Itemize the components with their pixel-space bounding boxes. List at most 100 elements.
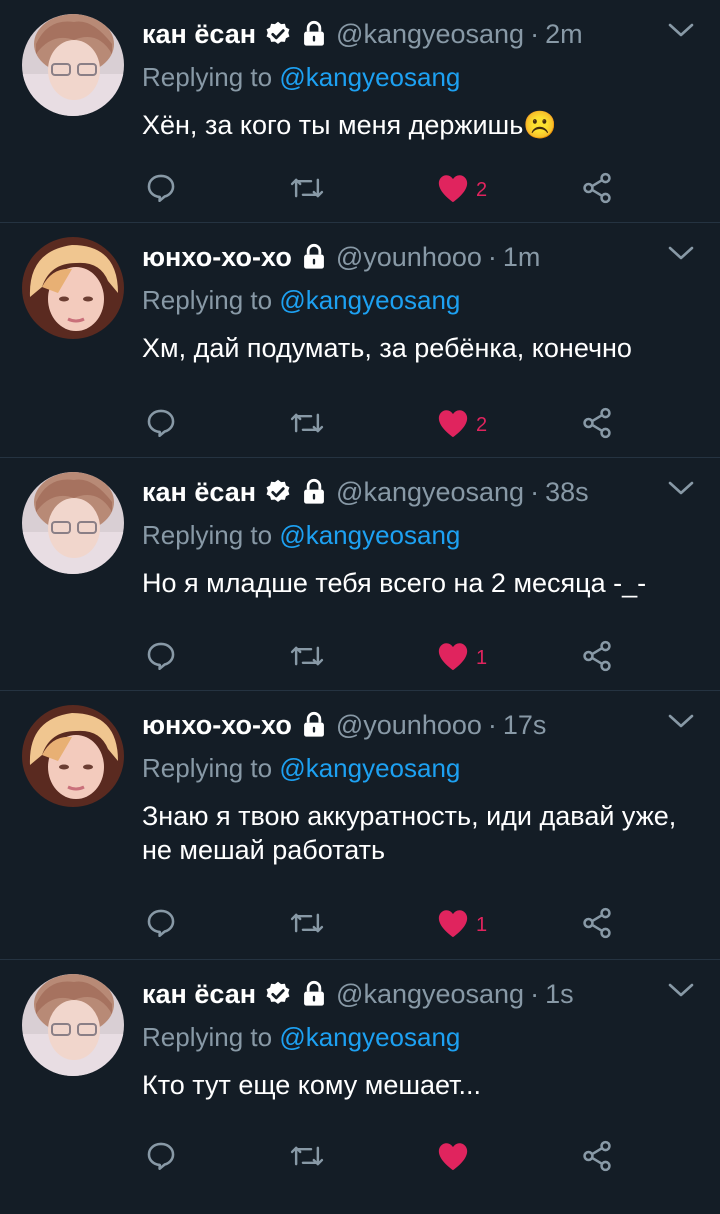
tweet[interactable]: кан ёсан @kangyeosang · 1s Replying to @…	[0, 960, 720, 1214]
display-name[interactable]: юнхо-хо-хо	[142, 710, 292, 741]
tweet-text: Хм, дай подумать, за ребёнка, конечно	[142, 333, 632, 363]
tweet[interactable]: кан ёсан @kangyeosang · 2m Replying to @…	[0, 0, 720, 223]
user-handle[interactable]: @younhooo	[336, 242, 482, 273]
tweet-header: юнхо-хо-хо @younhooo · 17s	[142, 705, 700, 745]
lock-icon	[300, 20, 328, 48]
heart-icon	[436, 640, 470, 677]
chevron-down-icon[interactable]	[668, 982, 694, 1003]
separator-dot: ·	[530, 18, 540, 49]
avatar[interactable]	[22, 14, 124, 116]
retweet-icon	[288, 171, 326, 210]
verified-badge-icon	[264, 478, 292, 506]
replying-to-label: Replying to	[142, 285, 273, 315]
display-name[interactable]: кан ёсан	[142, 19, 256, 50]
share-icon	[580, 171, 614, 210]
tweet[interactable]: кан ёсан @kangyeosang · 38s Replying to …	[0, 458, 720, 691]
share-button[interactable]	[580, 405, 614, 445]
separator-dot: ·	[487, 709, 497, 740]
user-handle[interactable]: @younhooo	[336, 710, 482, 741]
tweet-header: кан ёсан @kangyeosang · 2m	[142, 14, 700, 54]
share-button[interactable]	[580, 1138, 614, 1178]
share-icon	[580, 1139, 614, 1178]
replying-to-label: Replying to	[142, 753, 273, 783]
avatar[interactable]	[22, 705, 124, 807]
retweet-button[interactable]	[288, 405, 326, 445]
tweet-text: Хён, за кого ты меня держишь☹️	[142, 110, 557, 140]
display-name[interactable]: кан ёсан	[142, 979, 256, 1010]
separator-dot: ·	[530, 978, 540, 1009]
tweet-text: Кто тут еще кому мешает...	[142, 1070, 482, 1100]
heart-icon	[436, 407, 470, 444]
lock-icon	[300, 478, 328, 506]
reply-button[interactable]	[144, 170, 178, 210]
retweet-button[interactable]	[288, 905, 326, 945]
like-button[interactable]	[436, 1138, 476, 1178]
retweet-button[interactable]	[288, 170, 326, 210]
share-icon	[580, 406, 614, 445]
tweet[interactable]: юнхо-хо-хо @younhooo · 1m Replying to @k…	[0, 223, 720, 458]
tweet-header: кан ёсан @kangyeosang · 38s	[142, 472, 700, 512]
replying-to: Replying to @kangyeosang	[142, 520, 460, 551]
tweet-header: кан ёсан @kangyeosang · 1s	[142, 974, 700, 1014]
display-name[interactable]: юнхо-хо-хо	[142, 242, 292, 273]
reply-icon	[144, 406, 178, 445]
user-handle[interactable]: @kangyeosang	[336, 19, 524, 50]
share-icon	[580, 906, 614, 945]
reply-icon	[144, 171, 178, 210]
retweet-button[interactable]	[288, 638, 326, 678]
replying-to-label: Replying to	[142, 520, 273, 550]
avatar[interactable]	[22, 237, 124, 339]
user-handle[interactable]: @kangyeosang	[336, 477, 524, 508]
share-button[interactable]	[580, 170, 614, 210]
like-button[interactable]: 2	[436, 405, 487, 445]
timestamp[interactable]: 38s	[545, 477, 589, 508]
tweet-header: юнхо-хо-хо @younhooo · 1m	[142, 237, 700, 277]
mention-link[interactable]: @kangyeosang	[279, 285, 460, 315]
mention-link[interactable]: @kangyeosang	[279, 520, 460, 550]
lock-icon	[300, 980, 328, 1008]
replying-to: Replying to @kangyeosang	[142, 1022, 460, 1053]
tweet-actions	[142, 1138, 720, 1178]
like-count: 1	[476, 913, 488, 936]
chevron-down-icon[interactable]	[668, 480, 694, 501]
avatar[interactable]	[22, 472, 124, 574]
timestamp[interactable]: 1m	[503, 242, 541, 273]
lock-icon	[300, 243, 328, 271]
mention-link[interactable]: @kangyeosang	[279, 753, 460, 783]
tweet[interactable]: юнхо-хо-хо @younhooo · 17s Replying to @…	[0, 691, 720, 960]
tweet-actions: 1	[142, 905, 720, 945]
retweet-icon	[288, 639, 326, 678]
mention-link[interactable]: @kangyeosang	[279, 62, 460, 92]
reply-button[interactable]	[144, 1138, 178, 1178]
replying-to-label: Replying to	[142, 62, 273, 92]
timestamp[interactable]: 2m	[545, 19, 583, 50]
mention-link[interactable]: @kangyeosang	[279, 1022, 460, 1052]
retweet-icon	[288, 406, 326, 445]
reply-button[interactable]	[144, 405, 178, 445]
like-count: 2	[476, 178, 488, 201]
like-button[interactable]: 2	[436, 170, 487, 210]
chevron-down-icon[interactable]	[668, 245, 694, 266]
replying-to: Replying to @kangyeosang	[142, 285, 460, 316]
avatar[interactable]	[22, 974, 124, 1076]
retweet-icon	[288, 1139, 326, 1178]
reply-button[interactable]	[144, 905, 178, 945]
user-handle[interactable]: @kangyeosang	[336, 979, 524, 1010]
chevron-down-icon[interactable]	[668, 22, 694, 43]
like-button[interactable]: 1	[436, 638, 487, 678]
reply-icon	[144, 639, 178, 678]
chevron-down-icon[interactable]	[668, 713, 694, 734]
share-button[interactable]	[580, 638, 614, 678]
retweet-button[interactable]	[288, 1138, 326, 1178]
display-name[interactable]: кан ёсан	[142, 477, 256, 508]
share-button[interactable]	[580, 905, 614, 945]
heart-icon	[436, 1140, 470, 1177]
replying-to: Replying to @kangyeosang	[142, 62, 460, 93]
heart-icon	[436, 172, 470, 209]
reply-icon	[144, 1139, 178, 1178]
reply-button[interactable]	[144, 638, 178, 678]
timestamp[interactable]: 1s	[545, 979, 574, 1010]
replying-to-label: Replying to	[142, 1022, 273, 1052]
timestamp[interactable]: 17s	[503, 710, 547, 741]
like-button[interactable]: 1	[436, 905, 487, 945]
